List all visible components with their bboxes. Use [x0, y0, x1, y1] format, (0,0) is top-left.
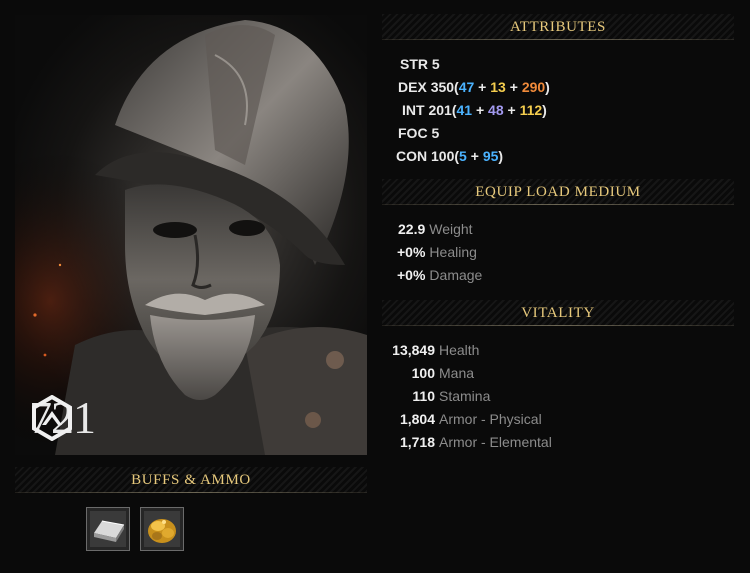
- attribute-dex: DEX 350(47 + 13 + 290): [398, 79, 550, 95]
- stat-value: 1,804: [399, 411, 435, 427]
- equip-stat-row: +0% Damage: [397, 267, 482, 283]
- stat-value: +0%: [397, 244, 426, 260]
- attribute-bonus: 95: [482, 148, 499, 164]
- equip-stat-row: 22.9 Weight: [398, 221, 473, 237]
- attribute-total: 100: [431, 148, 455, 164]
- vitality-stat-row: 1,804 Armor - Physical: [389, 411, 542, 427]
- equip-load-title: EQUIP LOAD MEDIUM: [475, 183, 641, 200]
- attributes-header: ATTRIBUTES: [382, 14, 734, 40]
- stat-value: 110: [412, 388, 435, 404]
- stat-label: Weight: [429, 221, 473, 237]
- vitality-title: VITALITY: [521, 304, 595, 321]
- character-portrait: 721: [15, 15, 367, 455]
- attribute-int: INT 201(41 + 48 + 112): [402, 102, 547, 118]
- buffs-ammo-title: BUFFS & AMMO: [131, 471, 251, 488]
- attribute-total: 5: [431, 125, 440, 141]
- attributes-title: ATTRIBUTES: [510, 18, 606, 35]
- knight-portrait-illustration: [15, 15, 367, 455]
- silver-ingot-icon: [90, 511, 126, 547]
- stat-value: 22.9: [398, 221, 426, 237]
- attribute-con: CON 100(5 + 95): [396, 148, 504, 164]
- stat-value: 100: [411, 365, 435, 381]
- attribute-gear: 112: [519, 102, 543, 118]
- attribute-label: INT: [402, 102, 425, 118]
- attribute-label: DEX: [398, 79, 427, 95]
- stat-value: 1,718: [399, 434, 435, 450]
- attribute-label: FOC: [398, 125, 428, 141]
- attribute-bonus: 13: [490, 79, 506, 95]
- attribute-base: 41: [456, 102, 473, 118]
- stat-label: Healing: [429, 244, 477, 260]
- stat-value: +0%: [397, 267, 426, 283]
- equip-load-header: EQUIP LOAD MEDIUM: [382, 179, 734, 205]
- buff-slot-1[interactable]: [86, 507, 130, 551]
- attribute-label: STR: [400, 56, 428, 72]
- stat-label: Damage: [429, 267, 483, 283]
- buff-slot-2[interactable]: [140, 507, 184, 551]
- attribute-gear: 290: [521, 79, 546, 95]
- vitality-stat-row: 100 Mana: [389, 365, 474, 381]
- stat-label: Armor - Physical: [439, 411, 542, 427]
- gear-score-icon: [32, 395, 72, 441]
- equip-stat-row: +0% Healing: [397, 244, 477, 260]
- vitality-stat-row: 110 Stamina: [389, 388, 490, 404]
- vitality-header: VITALITY: [382, 300, 734, 326]
- attribute-str: STR 5: [400, 56, 440, 72]
- stat-label: Mana: [439, 365, 475, 381]
- gear-score: 721: [29, 395, 96, 441]
- attribute-total: 201: [428, 102, 452, 118]
- attribute-base: 5: [459, 148, 467, 164]
- vitality-stat-row: 13,849 Health: [389, 342, 479, 358]
- attribute-base: 47: [458, 79, 475, 95]
- stat-label: Health: [439, 342, 480, 358]
- attribute-label: CON: [396, 148, 428, 164]
- stat-value: 13,849: [392, 342, 435, 358]
- buffs-ammo-header: BUFFS & AMMO: [15, 467, 367, 493]
- vitality-stat-row: 1,718 Armor - Elemental: [389, 434, 552, 450]
- attribute-foc: FOC 5: [398, 125, 439, 141]
- attribute-total: 350: [430, 79, 455, 95]
- attribute-bonus: 48: [488, 102, 504, 118]
- stat-label: Stamina: [439, 388, 491, 404]
- attribute-total: 5: [431, 56, 440, 72]
- gold-ore-icon: [144, 511, 180, 547]
- stat-label: Armor - Elemental: [439, 434, 552, 450]
